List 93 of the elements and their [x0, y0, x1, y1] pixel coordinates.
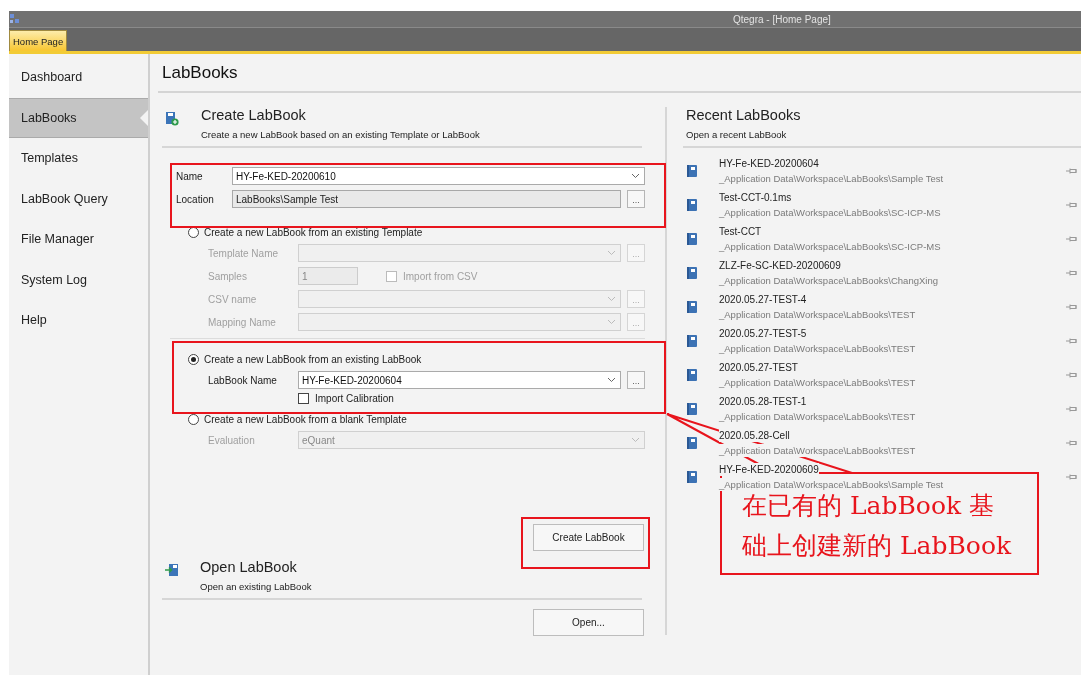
labbook-path: _Application Data\Workspace\LabBooks\TEST [719, 342, 916, 355]
book-icon [686, 470, 698, 484]
sidebar-item[interactable]: Help [9, 300, 148, 341]
labbook-name[interactable]: HY-Fe-KED-20200609 [719, 463, 819, 476]
field-label: Samples [208, 270, 248, 282]
labbook-path: _Application Data\Workspace\LabBooks\SC-ICP-MS [719, 240, 941, 253]
field-label: CSV name [208, 293, 258, 305]
checkbox-label: Import Calibration [315, 393, 394, 404]
book-icon [686, 436, 698, 450]
labbook-name[interactable]: ZLZ-Fe-SC-KED-20200609 [719, 259, 841, 272]
sidebar-item[interactable]: System Log [9, 259, 148, 300]
window-title: Qtegra - [Home Page] [733, 13, 831, 25]
field-label: Name [176, 170, 204, 182]
chevron-down-icon [607, 319, 616, 325]
document-tab[interactable]: Home Page [9, 30, 68, 51]
labbook-path: _Application Data\Workspace\LabBooks\SC-ICP-MS [719, 206, 941, 219]
section-title: Create LabBook [201, 106, 307, 124]
option-label: Create a new LabBook from an existing Template [204, 226, 423, 238]
pin-icon[interactable] [1066, 371, 1078, 379]
field-label: Location [176, 193, 215, 205]
section-subtitle: Open an existing LabBook [200, 580, 312, 593]
browse-button[interactable]: ... [627, 190, 645, 208]
field-label: Evaluation [208, 434, 256, 446]
labbook-name[interactable]: Test-CCT [719, 225, 762, 238]
labbook-name[interactable]: 2020.05.28-TEST-1 [719, 395, 807, 408]
labbook-name[interactable]: Test-CCT-0.1ms [719, 191, 792, 204]
chevron-down-icon [607, 377, 616, 383]
labbook-name[interactable]: 2020.05.27-TEST-5 [719, 327, 807, 340]
radio-button[interactable] [188, 226, 199, 238]
open-notebook-icon [165, 563, 179, 577]
dropdown-field[interactable] [298, 313, 621, 331]
new-notebook-icon [165, 111, 179, 126]
labbook-path: _Application Data\Workspace\LabBooks\ChangXing [719, 274, 938, 287]
option-label: Create a new LabBook from an existing LabBook [204, 353, 422, 365]
dropdown-field[interactable] [298, 244, 621, 262]
radio-button[interactable] [188, 413, 199, 425]
dropdown-field[interactable]: HY-Fe-KED-20200604 [298, 371, 621, 389]
labbook-path: _Application Data\Workspace\LabBooks\TEST [719, 376, 916, 389]
section-title: Recent LabBooks [686, 106, 802, 124]
book-icon [686, 402, 698, 416]
labbook-path: _Application Data\Workspace\LabBooks\TEST [719, 444, 916, 457]
sidebar-item[interactable]: Templates [9, 138, 148, 179]
pin-icon[interactable] [1066, 269, 1078, 277]
pin-icon[interactable] [1066, 473, 1078, 481]
page-title: LabBooks [158, 54, 1081, 93]
sidebar-item[interactable]: LabBook Query [9, 178, 148, 219]
book-icon [686, 164, 698, 178]
sidebar-item[interactable]: LabBooks [9, 97, 148, 138]
section-title: Open LabBook [200, 558, 298, 576]
app-icon [9, 13, 21, 25]
labbook-name[interactable]: 2020.05.27-TEST-4 [719, 293, 807, 306]
browse-button[interactable]: ... [627, 371, 645, 389]
location-field: LabBooks\Sample Test [232, 190, 621, 208]
chevron-down-icon [631, 437, 640, 443]
book-icon [686, 368, 698, 382]
book-icon [686, 232, 698, 246]
sidebar-item[interactable]: Dashboard [9, 57, 148, 98]
labbook-name[interactable]: 2020.05.27-TEST [719, 361, 798, 374]
create-labbook-button[interactable]: Create LabBook [533, 524, 644, 551]
dropdown-field[interactable]: HY-Fe-KED-20200610 [232, 167, 645, 185]
labbook-path: _Application Data\Workspace\LabBooks\Sample Test [719, 478, 944, 491]
chevron-down-icon [607, 250, 616, 256]
book-icon [686, 266, 698, 280]
book-icon [686, 334, 698, 348]
radio-button[interactable] [188, 353, 199, 365]
labbook-path: _Application Data\Workspace\LabBooks\TEST [719, 308, 916, 321]
labbook-path: _Application Data\Workspace\LabBooks\Sample Test [719, 172, 944, 185]
chevron-down-icon [631, 173, 640, 179]
pin-icon[interactable] [1066, 167, 1078, 175]
section-subtitle: Create a new LabBook based on an existing Template or LabBook [201, 128, 480, 141]
field-label: Template Name [208, 247, 280, 259]
pin-icon[interactable] [1066, 405, 1078, 413]
book-icon [686, 198, 698, 212]
labbook-name[interactable]: 2020.05.28-Cell [719, 429, 790, 442]
checkbox[interactable] [386, 270, 397, 282]
chevron-down-icon [607, 296, 616, 302]
option-label: Create a new LabBook from a blank Template [204, 413, 407, 425]
pin-icon[interactable] [1066, 337, 1078, 345]
book-icon [686, 300, 698, 314]
open-button[interactable]: Open... [533, 609, 644, 636]
pin-icon[interactable] [1066, 439, 1078, 447]
field-label: LabBook Name [208, 374, 278, 386]
field-label: Mapping Name [208, 316, 277, 328]
pin-icon[interactable] [1066, 201, 1078, 209]
labbook-path: _Application Data\Workspace\LabBooks\TEST [719, 410, 916, 423]
labbook-name[interactable]: HY-Fe-KED-20200604 [719, 157, 819, 170]
pin-icon[interactable] [1066, 235, 1078, 243]
sidebar-item[interactable]: File Manager [9, 219, 148, 260]
checkbox[interactable] [298, 393, 309, 404]
pin-icon[interactable] [1066, 303, 1078, 311]
checkbox-label: Import from CSV [403, 270, 478, 282]
section-subtitle: Open a recent LabBook [686, 128, 788, 141]
dropdown-field[interactable] [298, 290, 621, 308]
